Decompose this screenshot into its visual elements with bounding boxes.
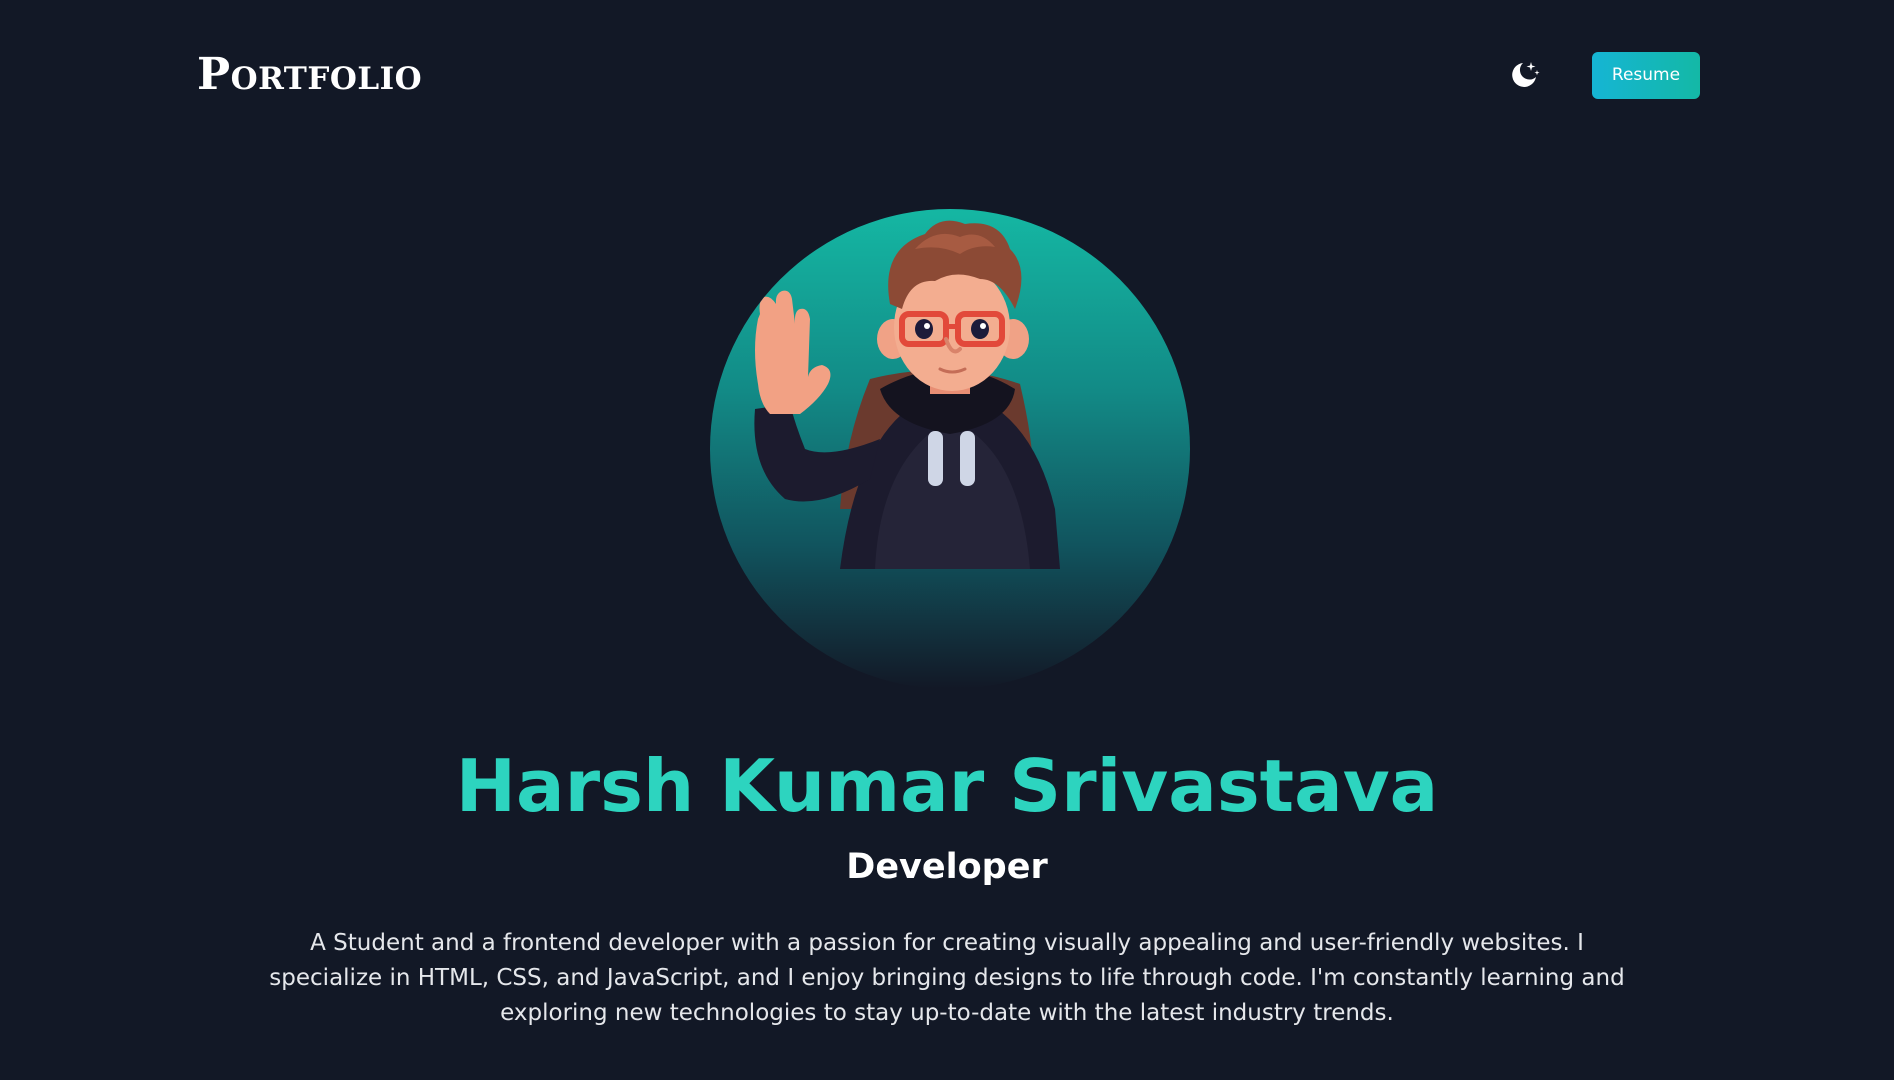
site-header: Portfolio Resume bbox=[197, 40, 1700, 110]
hero-role: Developer bbox=[846, 847, 1048, 887]
hero-bio: A Student and a frontend developer with … bbox=[269, 930, 1625, 1026]
resume-button[interactable]: Resume bbox=[1592, 51, 1700, 99]
hero-name: Harsh Kumar Srivastava bbox=[455, 744, 1439, 828]
waving-character-avatar bbox=[754, 220, 1060, 569]
theme-toggle-button[interactable] bbox=[1504, 55, 1544, 95]
avatar bbox=[710, 209, 1190, 689]
header-actions: Resume bbox=[1504, 51, 1700, 99]
portfolio-page: Portfolio Resume Harsh Kumar Srivastava … bbox=[0, 0, 1894, 1080]
site-logo[interactable]: Portfolio bbox=[197, 53, 422, 97]
moon-stars-icon bbox=[1512, 62, 1540, 87]
